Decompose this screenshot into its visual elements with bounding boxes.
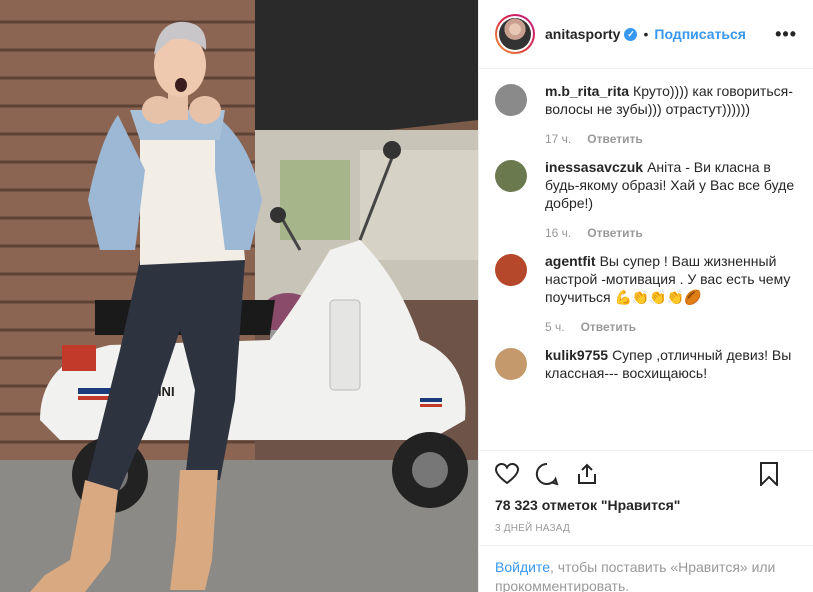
reply-button[interactable]: Ответить [587, 132, 642, 146]
more-options-icon[interactable]: ••• [775, 24, 797, 45]
comment-item: inessasavczuk Аніта - Ви класна в будь-як… [495, 158, 797, 240]
action-icons-row [479, 451, 813, 497]
share-icon[interactable] [575, 462, 599, 486]
header-separator: • [643, 26, 649, 42]
verified-badge-icon: ✓ [624, 27, 638, 41]
comment-icon[interactable] [535, 462, 559, 486]
post-header: anitasporty ✓ • Подписаться ••• [479, 0, 813, 69]
photo-illustration: TINI [0, 0, 478, 592]
login-prompt: Войдите, чтобы поставить «Нравится» или … [479, 545, 813, 592]
bookmark-icon[interactable] [757, 462, 781, 486]
post-side-panel: anitasporty ✓ • Подписаться ••• m.b_rita… [478, 0, 813, 592]
commenter-avatar[interactable] [495, 348, 527, 380]
comment-time[interactable]: 17 ч. [545, 132, 571, 146]
comment-time[interactable]: 16 ч. [545, 226, 571, 240]
commenter-avatar[interactable] [495, 84, 527, 116]
follow-button[interactable]: Подписаться [654, 26, 746, 42]
comment-time[interactable]: 5 ч. [545, 320, 565, 334]
comment-username[interactable]: inessasavczuk [545, 159, 643, 175]
post-actions: 78 323 отметок "Нравится" 3 дней назад В… [479, 450, 813, 592]
awning [255, 0, 478, 140]
commenter-avatar[interactable] [495, 160, 527, 192]
comment-item: kulik9755 Супер ,отличный девиз! Вы класс… [495, 346, 797, 382]
likes-count[interactable]: 78 323 отметок "Нравится" [479, 497, 813, 513]
heart-icon[interactable] [495, 462, 519, 486]
commenter-avatar[interactable] [495, 254, 527, 286]
comment-item: m.b_rita_rita Круто)))) как говориться- в… [495, 82, 797, 146]
comment-username[interactable]: m.b_rita_rita [545, 83, 629, 99]
login-link[interactable]: Войдите [495, 559, 550, 575]
comment-username[interactable]: agentfit [545, 253, 596, 269]
comment-username[interactable]: kulik9755 [545, 347, 608, 363]
reply-button[interactable]: Ответить [581, 320, 636, 334]
author-username[interactable]: anitasporty [545, 26, 620, 42]
author-avatar[interactable] [495, 14, 535, 54]
reply-button[interactable]: Ответить [587, 226, 642, 240]
post-photo[interactable]: TINI [0, 0, 478, 592]
post-date[interactable]: 3 дней назад [479, 523, 813, 534]
comments-list[interactable]: m.b_rita_rita Круто)))) как говориться- в… [479, 70, 813, 449]
comment-item: agentfit Вы супер ! Ваш жизненный настрой… [495, 252, 797, 334]
